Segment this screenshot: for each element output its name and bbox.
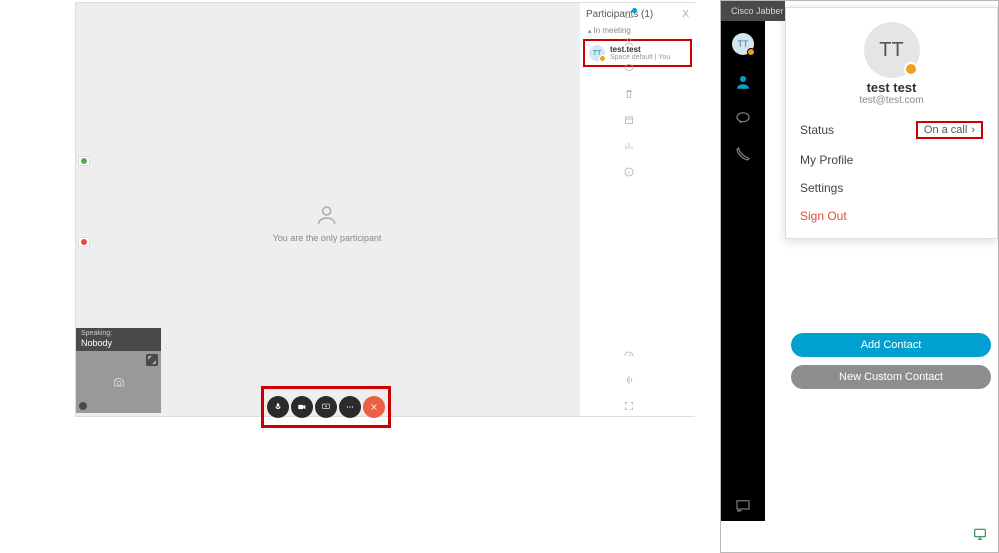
participant-avatar: TT (589, 45, 605, 61)
expand-self-icon[interactable] (146, 354, 158, 366)
status-label: Status (800, 123, 834, 137)
speaking-label: Speaking: (81, 330, 156, 338)
only-participant-label: You are the only participant (273, 233, 382, 243)
jabber-nav-rail: TT (721, 21, 765, 521)
person-icon (315, 203, 339, 227)
jabber-nav-avatar[interactable]: TT (732, 33, 754, 55)
profile-name: test test (786, 80, 997, 95)
participants-close-button[interactable]: X (682, 9, 689, 20)
meeting-window: You are the only participant Speaking: N… (75, 2, 695, 417)
empty-participant-placeholder: You are the only participant (273, 203, 382, 243)
speed-icon[interactable] (623, 348, 635, 360)
more-options-button[interactable] (339, 396, 361, 418)
call-nav-icon[interactable] (734, 145, 752, 163)
status-value: On a call (924, 124, 967, 136)
share-screen-button[interactable] (315, 396, 337, 418)
status-value-wrap[interactable]: On a call › (916, 121, 983, 139)
video-toggle-button[interactable] (291, 396, 313, 418)
calendar-icon[interactable] (623, 114, 635, 126)
mute-button[interactable] (267, 396, 289, 418)
chat-icon[interactable] (623, 62, 635, 74)
device-monitor-icon[interactable] (972, 526, 988, 542)
profile-avatar: TT (864, 22, 920, 78)
self-video-tile[interactable] (76, 351, 161, 413)
chat-nav-icon[interactable] (734, 109, 752, 127)
settings-label: Settings (800, 181, 843, 195)
my-profile-row[interactable]: My Profile (786, 146, 997, 174)
end-call-button[interactable] (363, 396, 385, 418)
contact-buttons: Add Contact New Custom Contact (791, 333, 991, 389)
self-camera-icon (111, 374, 127, 390)
info-icon[interactable] (623, 166, 635, 178)
sign-out-row[interactable]: Sign Out (786, 202, 997, 230)
notifications-icon[interactable] (623, 10, 635, 22)
meeting-side-rail (620, 2, 638, 412)
participants-icon[interactable] (623, 36, 635, 48)
profile-popover: TT test test test@test.com Status On a c… (785, 7, 998, 239)
my-profile-label: My Profile (800, 153, 853, 167)
trash-icon[interactable] (623, 88, 635, 100)
cast-icon[interactable] (734, 497, 752, 515)
speaking-bar: Speaking: Nobody (76, 328, 161, 351)
sign-out-label: Sign Out (800, 209, 847, 223)
self-status-dot (79, 402, 87, 410)
speaking-panel: Speaking: Nobody (76, 328, 161, 413)
video-area: You are the only participant Speaking: N… (76, 3, 578, 416)
signal-icon[interactable] (623, 374, 635, 386)
jabber-title-bar: Cisco Jabber (721, 1, 785, 21)
recording-indicator-off (78, 237, 90, 247)
jabber-window: Cisco Jabber TT TT test test test@test.c… (720, 0, 999, 553)
call-controls (261, 386, 391, 428)
add-contact-button[interactable]: Add Contact (791, 333, 991, 357)
status-row[interactable]: Status On a call › (786, 114, 997, 146)
profile-email: test@test.com (786, 95, 997, 106)
contacts-icon[interactable] (734, 73, 752, 91)
chevron-right-icon: › (971, 124, 975, 136)
speaking-value: Nobody (81, 338, 156, 349)
fullscreen-icon[interactable] (623, 400, 635, 412)
poll-icon[interactable] (623, 140, 635, 152)
new-custom-contact-button[interactable]: New Custom Contact (791, 365, 991, 389)
settings-row[interactable]: Settings (786, 174, 997, 202)
recording-indicator-on (78, 156, 90, 166)
